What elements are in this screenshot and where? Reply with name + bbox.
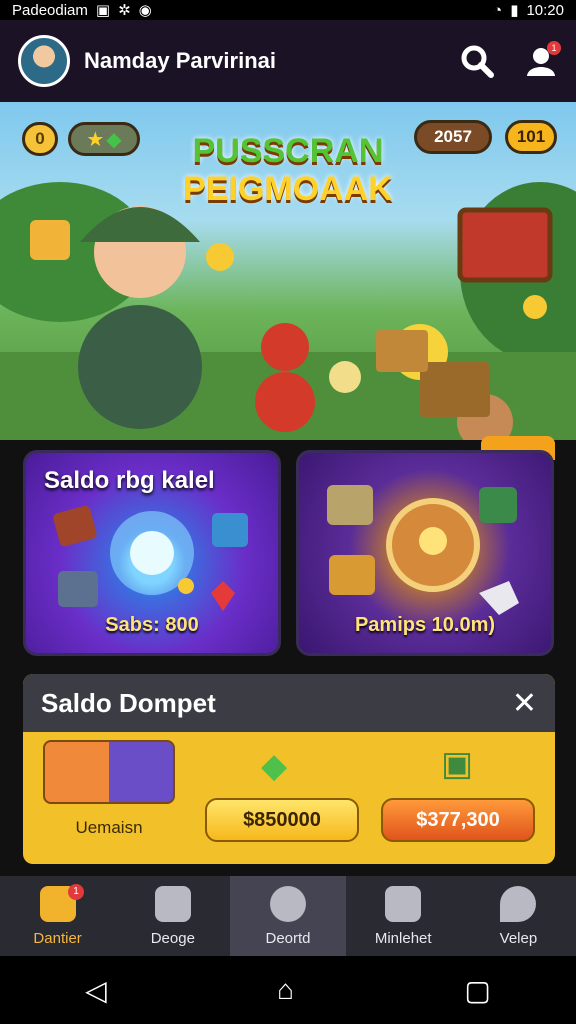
search-button[interactable] [460,44,494,78]
nav-label: Dantier [33,929,82,947]
soldier-character [78,305,202,429]
document-icon [154,885,191,922]
nav-item-pin[interactable]: Velep [461,876,576,956]
thumbnail-label: Uemaisn [75,818,143,837]
app-title: Namday Parvirinai [84,48,276,73]
counter-brown[interactable]: 2057 [414,120,492,154]
wifi-icon: ◔ [493,1,503,19]
status-bar: Padeodiam ▣ ✲ ◉ ◔ ▮ 10:20 [0,0,576,20]
pin-icon [500,885,537,922]
coin-icon [206,243,234,271]
nav-label: Deoge [150,929,195,947]
robot-icon [385,885,422,922]
phone-icon [270,885,306,922]
wallet-panel: Saldo Dompet ✕ Uemaisn ◆ ▣ $850000 $377,… [23,674,555,864]
nav-label: Deortd [265,929,311,947]
gem-icon: ◆ [106,128,122,151]
nav-item-document[interactable]: Deoge [115,876,230,956]
wallet-header: Saldo Dompet ✕ [23,674,555,732]
game-title-line2: PEIGMOAAK [183,170,393,208]
nav-badge: 1 [68,884,84,900]
red-character [255,372,315,432]
status-right: ◔ ▮ 10:20 [493,1,564,20]
nav-label: Velep [499,929,538,947]
game-title-line1: PUSSCRAN [192,132,384,170]
hero-banner[interactable]: 0 ★ ◆ 2057 101 PUSSCRAN PEIGMOAAK [0,102,576,440]
coin-counter[interactable]: 0 [22,122,58,156]
nav-item-home[interactable]: Dantier 1 [0,876,115,956]
appbar-actions: 1 [460,41,561,78]
card-value: Pamips 10.0m) [354,614,496,636]
card-value: Sabs: 800 [105,614,199,636]
status-carrier: Padeodiam [12,1,88,19]
star-icon: ★ [86,128,105,151]
wallet-amount-button-a[interactable]: $850000 [205,798,359,842]
gem-box-icon: ▣ [441,745,474,783]
status-settings-icon: ✲ [118,2,131,19]
status-time: 10:20 [526,1,564,19]
profile-button[interactable]: 1 [524,41,561,78]
gift-box [420,362,490,417]
nav-item-phone[interactable]: Deortd [230,876,346,956]
green-gem-icon: ◆ [261,747,288,785]
system-navigation-bar: ◁ ⌂ ▢ [0,956,576,1024]
bottom-navigation: Dantier 1 Deoge Deortd Minlehet Velep [0,876,576,956]
status-left: Padeodiam ▣ ✲ ◉ [12,1,152,20]
nav-item-robot[interactable]: Minlehet [346,876,461,956]
search-icon [461,45,494,78]
game-thumbnail[interactable] [43,740,175,804]
counter-gold[interactable]: 101 [505,120,557,154]
balance-card-right[interactable]: Pamips 10.0m) [296,450,554,656]
game-title: PUSSCRAN PEIGMOAAK [168,132,408,208]
wallet-title: Saldo Dompet [41,687,216,718]
close-icon[interactable]: ✕ [512,686,537,721]
balance-card-left[interactable]: Saldo rbg kalel Sabs: 800 [23,450,281,656]
notification-badge: 1 [547,41,561,55]
wallet-amount-button-b[interactable]: $377,300 [381,798,535,842]
stars-badge[interactable]: ★ ◆ [68,122,140,156]
status-image-icon: ▣ [95,2,111,19]
treasure-chest [457,207,553,283]
recents-icon[interactable]: ▢ [464,974,490,1007]
nav-label: Minlehet [374,929,432,947]
app-bar: Namday Parvirinai 1 [0,20,576,102]
home-button-icon[interactable]: ⌂ [277,974,294,1006]
back-icon[interactable]: ◁ [85,974,107,1007]
signal-icon: ▮ [510,2,519,19]
status-sync-icon: ◉ [138,2,152,19]
avatar[interactable] [18,35,70,87]
